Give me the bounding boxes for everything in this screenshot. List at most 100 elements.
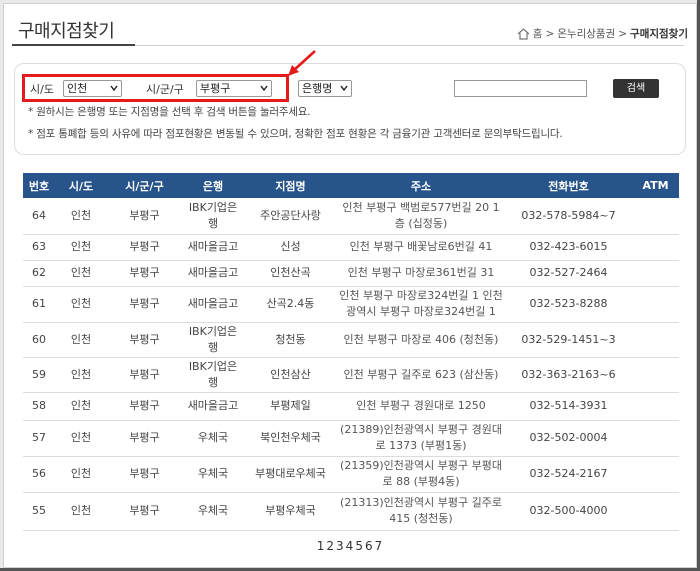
- home-icon[interactable]: [517, 27, 530, 40]
- cell-bank: 우체국: [182, 492, 244, 531]
- cell-address: 인천 부평구 마장로 406 (청천동): [337, 322, 505, 358]
- col-header-sigungu: 시/군/구: [107, 173, 182, 198]
- breadcrumb-current: 구매지점찾기: [630, 28, 688, 40]
- cell-atm: [632, 456, 679, 493]
- page-link-3[interactable]: 3: [336, 539, 345, 553]
- keyword-input[interactable]: [454, 80, 587, 97]
- table-row: 61 인천 부평구 새마을금고 산곡2.4동 인천 부평구 마장로324번길 1 인천광역…: [23, 286, 679, 323]
- page-link-1[interactable]: 1: [317, 539, 326, 553]
- cell-address: 인천 부평구 배꽃남로6번길 41: [337, 234, 505, 261]
- cell-sido: 인천: [55, 456, 107, 493]
- col-header-bank: 은행: [182, 173, 244, 198]
- table-row: 59 인천 부평구 IBK기업은행 인천삼산 인천 부평구 길주로 623 (삼산동) 03…: [23, 357, 679, 393]
- cell-phone: 032-514-3931: [505, 392, 632, 421]
- col-header-branch: 지점명: [244, 173, 337, 198]
- cell-sido: 인천: [55, 357, 107, 393]
- table-header-row: 번호 시/도 시/군/구 은행 지점명 주소 전화번호 ATM: [23, 173, 679, 198]
- cell-bank: IBK기업은행: [182, 357, 244, 393]
- cell-phone: 032-527-2464: [505, 260, 632, 287]
- chevron-down-icon: [340, 85, 348, 91]
- col-header-no: 번호: [23, 173, 55, 198]
- cell-sigungu: 부평구: [107, 286, 182, 323]
- cell-branch: 산곡2.4동: [244, 286, 337, 323]
- cell-no: 62: [23, 260, 55, 287]
- cell-phone: 032-529-1451~3: [505, 322, 632, 358]
- col-header-address: 주소: [337, 173, 505, 198]
- red-arrow-icon: [288, 50, 316, 76]
- cell-address: (21389)인천광역시 부평구 경원대로 1373 (부평1동): [337, 420, 505, 457]
- cell-sigungu: 부평구: [107, 357, 182, 393]
- cell-branch: 북인천우체국: [244, 420, 337, 457]
- table-row: 55 인천 부평구 우체국 부평우체국 (21313)인천광역시 부평구 길주로 415 …: [23, 492, 679, 531]
- pagination: 1234567: [0, 539, 700, 553]
- cell-sido: 인천: [55, 286, 107, 323]
- cell-sido: 인천: [55, 492, 107, 531]
- page-link-7[interactable]: 7: [375, 539, 384, 553]
- page-link-6[interactable]: 6: [365, 539, 374, 553]
- cell-bank: 새마을금고: [182, 392, 244, 421]
- cell-sido: 인천: [55, 420, 107, 457]
- cell-bank: IBK기업은행: [182, 198, 244, 235]
- cell-bank: 새마을금고: [182, 286, 244, 323]
- col-header-phone: 전화번호: [505, 173, 632, 198]
- cell-sido: 인천: [55, 198, 107, 235]
- cell-phone: 032-423-6015: [505, 234, 632, 261]
- highlight-box: [22, 74, 289, 102]
- cell-bank: 우체국: [182, 420, 244, 457]
- cell-no: 60: [23, 322, 55, 358]
- cell-address: 인천 부평구 마장로361번길 31: [337, 260, 505, 287]
- cell-branch: 부평우체국: [244, 492, 337, 531]
- cell-address: 인천 부평구 마장로324번길 1 인천광역시 부평구 마장로324번길 1: [337, 286, 505, 323]
- cell-no: 55: [23, 492, 55, 531]
- page-link-2[interactable]: 2: [326, 539, 335, 553]
- cell-no: 56: [23, 456, 55, 493]
- cell-branch: 인천삼산: [244, 357, 337, 393]
- search-note-2: * 점포 통폐합 등의 사유에 따라 점포현황은 변동될 수 있으며, 정확한 …: [28, 128, 563, 140]
- cell-bank: 새마을금고: [182, 234, 244, 261]
- cell-sigungu: 부평구: [107, 260, 182, 287]
- branch-table: 번호 시/도 시/군/구 은행 지점명 주소 전화번호 ATM 64 인천 부평구 I…: [23, 173, 679, 531]
- cell-address: (21359)인천광역시 부평구 부평대로 88 (부평4동): [337, 456, 505, 493]
- cell-no: 63: [23, 234, 55, 261]
- page-link-4[interactable]: 4: [346, 539, 355, 553]
- cell-address: 인천 부평구 백범로577번길 20 1층 (십정동): [337, 198, 505, 235]
- cell-sido: 인천: [55, 260, 107, 287]
- breadcrumb-home[interactable]: 홈: [533, 26, 543, 41]
- table-row: 62 인천 부평구 새마을금고 인천산곡 인천 부평구 마장로361번길 31 032-52…: [23, 260, 679, 287]
- cell-sido: 인천: [55, 322, 107, 358]
- cell-sigungu: 부평구: [107, 420, 182, 457]
- search-button[interactable]: 검색: [613, 79, 659, 98]
- cell-no: 61: [23, 286, 55, 323]
- cell-atm: [632, 260, 679, 287]
- cell-no: 64: [23, 198, 55, 235]
- cell-atm: [632, 286, 679, 323]
- cell-atm: [632, 357, 679, 393]
- cell-sigungu: 부평구: [107, 392, 182, 421]
- bank-select[interactable]: 은행명: [298, 80, 352, 97]
- cell-phone: 032-523-8288: [505, 286, 632, 323]
- breadcrumb-level1[interactable]: 온누리상품권: [557, 26, 615, 41]
- cell-branch: 신성: [244, 234, 337, 261]
- cell-bank: IBK기업은행: [182, 322, 244, 358]
- cell-branch: 부평대로우체국: [244, 456, 337, 493]
- cell-phone: 032-502-0004: [505, 420, 632, 457]
- breadcrumb-separator: >: [618, 27, 628, 40]
- cell-atm: [632, 392, 679, 421]
- cell-branch: 주안공단사랑: [244, 198, 337, 235]
- cell-bank: 새마을금고: [182, 260, 244, 287]
- cell-phone: 032-524-2167: [505, 456, 632, 493]
- table-row: 58 인천 부평구 새마을금고 부평제일 인천 부평구 경원대로 1250 032-514-…: [23, 392, 679, 421]
- cell-sigungu: 부평구: [107, 492, 182, 531]
- cell-no: 57: [23, 420, 55, 457]
- cell-atm: [632, 420, 679, 457]
- page-title: 구매지점찾기: [18, 21, 115, 42]
- table-row: 60 인천 부평구 IBK기업은행 청천동 인천 부평구 마장로 406 (청천동) 032…: [23, 322, 679, 358]
- breadcrumb: 홈 > 온누리상품권 > 구매지점찾기: [517, 26, 688, 41]
- cell-address: (21313)인천광역시 부평구 길주로 415 (청천동): [337, 492, 505, 531]
- breadcrumb-separator: >: [545, 27, 555, 40]
- cell-sido: 인천: [55, 392, 107, 421]
- title-underline: [12, 44, 135, 46]
- table-row: 57 인천 부평구 우체국 북인천우체국 (21389)인천광역시 부평구 경원대로 13…: [23, 420, 679, 457]
- page-link-5[interactable]: 5: [355, 539, 364, 553]
- cell-sigungu: 부평구: [107, 234, 182, 261]
